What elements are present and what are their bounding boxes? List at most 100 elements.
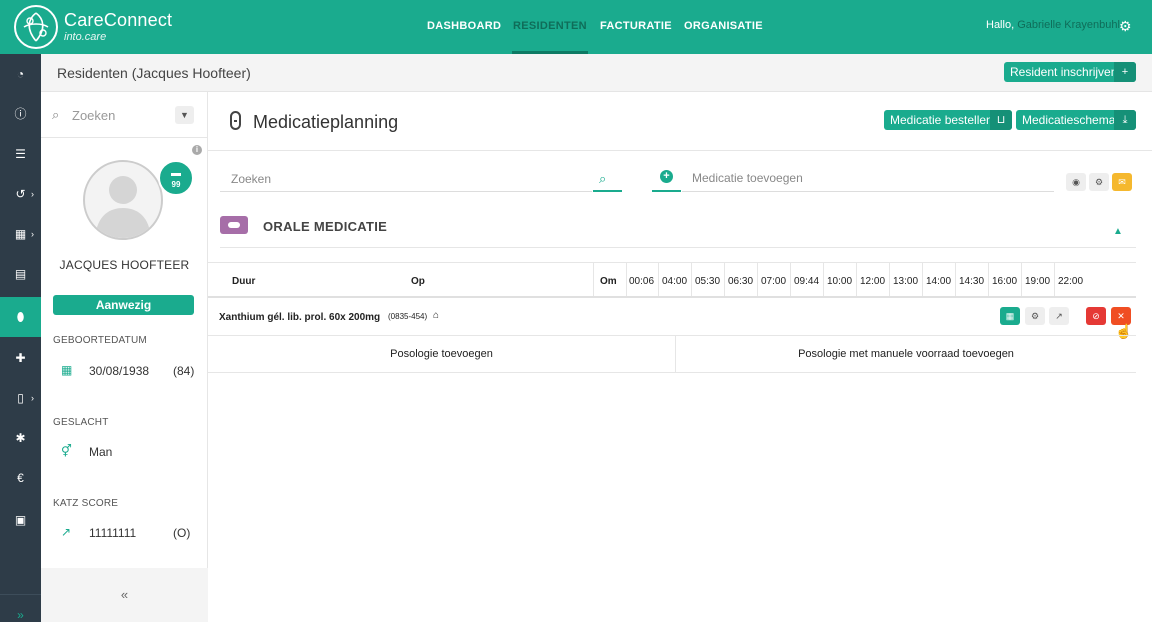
column-separator: [955, 262, 956, 296]
page-breadcrumb: Residenten (Jacques Hoofteer): [57, 65, 251, 81]
user-greeting[interactable]: Hallo, Gabrielle Krayenbuhl: [986, 19, 1120, 31]
column-separator: [757, 262, 758, 296]
medication-pill-icon[interactable]: ⬮: [0, 297, 41, 337]
report-icon[interactable]: ▤: [0, 254, 41, 294]
chevron-up-icon[interactable]: ▲: [1113, 226, 1123, 237]
nav-dashboard[interactable]: DASHBOARD: [427, 20, 501, 32]
medication-schedule-button[interactable]: Medicatieschema ⤓: [1016, 110, 1136, 130]
nav-organisatie[interactable]: ORGANISATIE: [684, 20, 763, 32]
bug-icon[interactable]: ✱: [0, 418, 41, 458]
column-separator: [988, 262, 989, 296]
medication-name: Xanthium gél. lib. prol. 60x 200mg: [219, 312, 381, 323]
avatar: [83, 160, 163, 240]
category-title: ORALE MEDICATIE: [263, 219, 388, 234]
resident-search-placeholder: Zoeken: [72, 108, 116, 123]
resident-search[interactable]: ⌕ Zoeken ▼: [41, 92, 208, 138]
add-medication-underline: [682, 191, 1054, 192]
medication-code: (0835-454): [388, 312, 428, 321]
user-name: Gabrielle Krayenbuhl: [1017, 19, 1120, 31]
add-circle-icon[interactable]: +: [660, 170, 673, 183]
time-column-header: 14:30: [959, 276, 985, 287]
add-posology-manual-button[interactable]: Posologie met manuele voorraad toevoegen: [676, 336, 1136, 372]
time-column-header: 14:00: [926, 276, 952, 287]
basket-icon: ⊔: [990, 110, 1012, 130]
settings-cog-icon[interactable]: ⚙: [1025, 307, 1045, 325]
top-navbar: CareConnect into.care DASHBOARD RESIDENT…: [0, 0, 1152, 54]
column-separator: [823, 262, 824, 296]
eye-icon[interactable]: ◉: [1066, 173, 1086, 191]
medication-schedule-label: Medicatieschema: [1022, 113, 1116, 127]
nav-facturatie[interactable]: FACTURATIE: [600, 20, 672, 32]
time-column-header: 22:00: [1058, 276, 1084, 287]
settings-gear-icon[interactable]: ⚙: [1119, 18, 1132, 35]
column-on: Op: [411, 276, 425, 287]
column-separator: [724, 262, 725, 296]
add-medication-input[interactable]: Medicatie toevoegen: [692, 171, 803, 185]
add-posology-button[interactable]: Posologie toevoegen: [208, 336, 675, 372]
search-icon[interactable]: ⌕: [599, 171, 606, 187]
bed-number: 99: [171, 180, 181, 189]
bed-icon: ▬: [171, 168, 181, 179]
katz-label: KATZ SCORE: [53, 498, 119, 509]
calendar-icon[interactable]: ▦ ›: [0, 214, 41, 254]
home-icon: ⌂: [433, 310, 440, 321]
add-user-icon: +: [1114, 62, 1136, 82]
birthdate-label: GEBOORTEDATUM: [53, 335, 147, 346]
add-icon-underline: [652, 190, 681, 192]
time-column-header: 05:30: [695, 276, 721, 287]
title-divider: [208, 150, 1152, 151]
enroll-resident-button[interactable]: Resident inschrijven +: [1004, 62, 1136, 82]
euro-icon[interactable]: €: [0, 458, 41, 498]
line-chart-icon[interactable]: ↗: [1049, 307, 1069, 325]
row-bottom-border: [208, 372, 1136, 373]
filter-icon[interactable]: ▼: [175, 106, 194, 124]
pill-icon: [230, 111, 241, 130]
nav-residenten[interactable]: RESIDENTEN: [513, 20, 587, 32]
gender-label: GESLACHT: [53, 417, 109, 428]
icon-sidebar: ◔ ⓘ ☰ ↺ › ▦ › ▤ ⬮ ✚ ▯ › ✱ € ▣ »: [0, 54, 41, 622]
table-top-border: [208, 262, 1136, 263]
time-column-header: 19:00: [1025, 276, 1051, 287]
column-separator: [1054, 262, 1055, 296]
main-content: Medicatieplanning Medicatie bestellen ⊔ …: [208, 92, 1152, 622]
envelope-icon[interactable]: ✉: [1112, 173, 1132, 191]
medical-kit-icon[interactable]: ✚: [0, 338, 41, 378]
enroll-resident-label: Resident inschrijven: [1010, 65, 1118, 79]
time-column-header: 00:06: [629, 276, 655, 287]
column-separator: [790, 262, 791, 296]
document-icon[interactable]: ▯ ›: [0, 378, 41, 418]
time-column-header: 12:00: [860, 276, 886, 287]
block-icon[interactable]: ⊘: [1086, 307, 1106, 325]
info-icon[interactable]: ⓘ: [0, 94, 41, 134]
column-separator: [658, 262, 659, 296]
katz-value: 11111111: [89, 526, 137, 540]
table-header-border: [208, 296, 1136, 298]
resident-info-icon[interactable]: i: [192, 145, 202, 155]
time-column-header: 04:00: [662, 276, 688, 287]
settings-cog-icon[interactable]: ⚙: [1089, 173, 1109, 191]
time-column-header: 09:44: [794, 276, 820, 287]
search-icon: ⌕: [52, 107, 60, 122]
money-icon[interactable]: ▣: [0, 500, 41, 540]
line-chart-icon: ↗: [61, 525, 72, 539]
download-icon: ⤓: [1114, 110, 1136, 130]
medication-search-input[interactable]: Zoeken: [231, 172, 271, 186]
page-title: Medicatieplanning: [253, 112, 399, 132]
resident-panel: ⌕ Zoeken ▼ i ▬ 99 JACQUES HOOFTEER Aanwe…: [41, 92, 208, 622]
history-icon[interactable]: ↺ ›: [0, 174, 41, 214]
column-duration: Duur: [232, 276, 256, 287]
column-separator: [922, 262, 923, 296]
calendar-icon[interactable]: ▦: [1000, 307, 1020, 325]
status-badge: Aanwezig: [53, 295, 194, 315]
birthdate-value: 30/08/1938: [89, 364, 150, 378]
expand-sidebar-icon[interactable]: »: [0, 594, 41, 622]
dashboard-gauge-icon[interactable]: ◔: [0, 54, 41, 94]
list-icon[interactable]: ☰: [0, 134, 41, 174]
careconnect-logo[interactable]: [14, 5, 58, 49]
time-column-header: 13:00: [893, 276, 919, 287]
order-medication-button[interactable]: Medicatie bestellen ⊔: [884, 110, 1012, 130]
search-icon-underline: [593, 190, 622, 192]
collapse-panel-button[interactable]: «: [41, 568, 208, 622]
gender-value: Man: [89, 445, 113, 459]
column-separator: [626, 262, 627, 296]
